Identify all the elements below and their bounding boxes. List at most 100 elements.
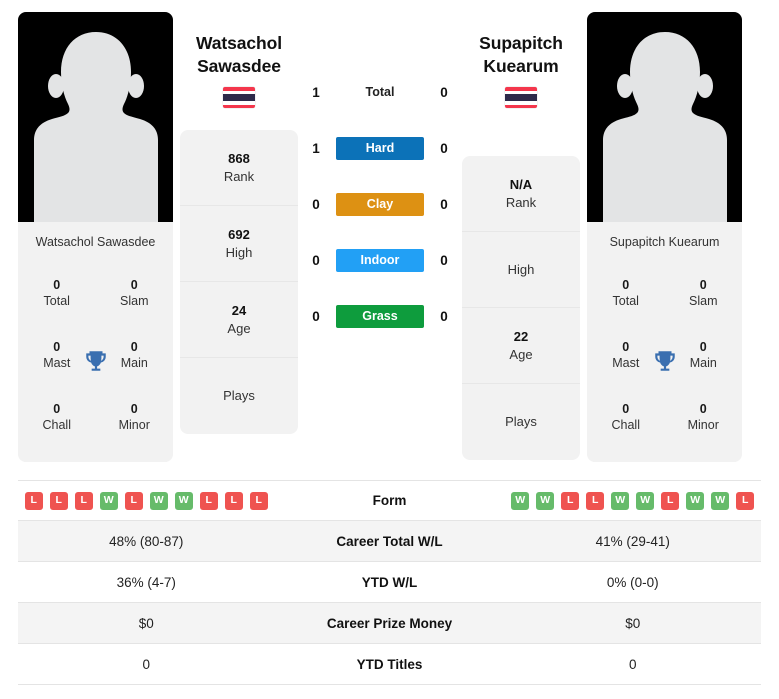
trophy-icon	[654, 350, 675, 371]
title-chall-value: 0	[622, 402, 630, 417]
h2h-row-total: 1 Total 0	[305, 64, 455, 120]
form-row-label: Form	[372, 493, 407, 508]
player-comparison-page: Watsachol Sawasdee 0 Total 0 Slam 0 Mast…	[0, 0, 779, 699]
left-plays-label: Plays	[223, 388, 255, 404]
right-player-card[interactable]: Supapitch Kuearum 0 Total 0 Slam 0 Mast	[587, 12, 742, 462]
title-chall: 0 Chall	[587, 402, 665, 433]
right-rank-value: N/A	[509, 177, 533, 193]
right-rank-label: Rank	[505, 194, 537, 210]
right-info-high: High	[462, 232, 580, 309]
right-player-name-column: Supapitch Kuearum N/A Rank High 22 Age P…	[461, 12, 581, 461]
player-silhouette-icon	[33, 32, 158, 222]
h2h-indoor-left: 0	[312, 252, 320, 268]
left-form-cell: LLLWLWWLLL	[18, 491, 275, 510]
title-chall-label: Chall	[42, 418, 72, 432]
left-player-first-name: Watsachol	[196, 33, 282, 53]
form-badge-win: W	[511, 491, 530, 510]
form-badge-win: W	[149, 491, 168, 510]
title-total: 0 Total	[18, 278, 96, 309]
right-info-age: 22 Age	[462, 308, 580, 385]
thailand-flag-icon	[223, 87, 255, 109]
form-badge-loss: L	[124, 491, 143, 510]
h2h-row-hard: 1 Hard 0	[305, 120, 455, 176]
form-badge-win: W	[99, 491, 118, 510]
left-age-label: Age	[227, 320, 251, 336]
title-slam-value: 0	[130, 278, 138, 293]
title-slam: 0 Slam	[665, 278, 743, 309]
h2h-clay-label[interactable]: Clay	[336, 192, 424, 216]
head-to-head-panel: 1 Total 0 1 Hard 0 0 Clay 0 0 Indoor 0 0	[305, 12, 455, 344]
right-ytd-titles: 0	[628, 656, 637, 672]
right-player-info-box: N/A Rank High 22 Age Plays	[462, 156, 580, 461]
h2h-indoor-right: 0	[440, 252, 448, 268]
player-silhouette-icon	[602, 32, 727, 222]
left-player-last-name: Sawasdee	[197, 56, 281, 77]
comparison-stat-table: LLLWLWWLLL Form WWLLWWLWWL 48% (80-87) C…	[18, 480, 761, 685]
career-prize-money-label: Career Prize Money	[326, 615, 453, 631]
h2h-clay-right: 0	[440, 196, 448, 212]
left-career-total-wl: 48% (80-87)	[109, 533, 184, 549]
titles-row: 0 Mast 0 Main	[587, 325, 742, 387]
h2h-hard-right: 0	[440, 140, 448, 156]
left-ytd-titles: 0	[142, 656, 150, 672]
right-player-titles-grid: 0 Total 0 Slam 0 Mast 0 Main 0 Chall 0 M…	[587, 259, 742, 462]
left-info-rank: 868 Rank	[180, 130, 298, 207]
h2h-indoor-label[interactable]: Indoor	[336, 248, 424, 272]
title-minor-label: Minor	[687, 418, 719, 432]
right-player-first-name: Supapitch	[479, 33, 563, 53]
h2h-clay-left: 0	[312, 196, 320, 212]
left-info-plays: Plays	[180, 358, 298, 434]
form-badge-win: W	[636, 491, 655, 510]
title-total-value: 0	[622, 278, 630, 293]
left-player-card[interactable]: Watsachol Sawasdee 0 Total 0 Slam 0 Mast…	[18, 12, 173, 462]
table-row-ytd-titles: 0 YTD Titles 0	[18, 644, 761, 685]
h2h-grass-label[interactable]: Grass	[336, 304, 424, 328]
right-player-name[interactable]: Supapitch Kuearum	[479, 12, 563, 78]
left-career-prize-money: $0	[138, 615, 154, 631]
title-total-label: Total	[43, 294, 70, 308]
form-badge-win: W	[174, 491, 193, 510]
form-badge-loss: L	[736, 491, 755, 510]
h2h-total-label: Total	[365, 85, 395, 99]
left-form-badges: LLLWLWWLLL	[18, 491, 275, 510]
left-player-name[interactable]: Watsachol Sawasdee	[196, 12, 282, 78]
trophy-icon	[85, 350, 106, 371]
table-row-form: LLLWLWWLLL Form WWLLWWLWWL	[18, 481, 761, 521]
title-chall-label: Chall	[611, 418, 641, 432]
h2h-hard-left: 1	[312, 140, 320, 156]
form-badge-loss: L	[249, 491, 268, 510]
titles-row: 0 Mast 0 Main	[18, 325, 173, 387]
title-slam: 0 Slam	[96, 278, 174, 309]
h2h-total-left: 1	[312, 84, 320, 100]
h2h-grass-right: 0	[440, 308, 448, 324]
titles-row: 0 Chall 0 Minor	[587, 387, 742, 449]
right-age-label: Age	[509, 346, 533, 362]
right-plays-label: Plays	[505, 414, 537, 430]
left-player-name-column: Watsachol Sawasdee 868 Rank 692 High 24 …	[179, 12, 299, 435]
left-rank-label: Rank	[223, 168, 255, 184]
left-player-titles-grid: 0 Total 0 Slam 0 Mast 0 Main 0 Chall 0 M…	[18, 259, 173, 462]
form-badge-loss: L	[586, 491, 605, 510]
title-total-value: 0	[53, 278, 61, 293]
h2h-row-clay: 0 Clay 0	[305, 176, 455, 232]
h2h-hard-label[interactable]: Hard	[336, 136, 424, 160]
form-badge-loss: L	[49, 491, 68, 510]
ytd-wl-label: YTD W/L	[361, 574, 418, 590]
right-high-label: High	[507, 261, 535, 277]
title-chall: 0 Chall	[18, 402, 96, 433]
right-ytd-wl: 0% (0-0)	[606, 574, 659, 590]
right-player-photo-name: Supapitch Kuearum	[587, 222, 742, 259]
titles-row: 0 Chall 0 Minor	[18, 387, 173, 449]
career-total-wl-label: Career Total W/L	[336, 533, 443, 549]
h2h-row-indoor: 0 Indoor 0	[305, 232, 455, 288]
thailand-flag-icon	[505, 87, 537, 109]
title-chall-value: 0	[53, 402, 61, 417]
right-career-total-wl: 41% (29-41)	[595, 533, 670, 549]
right-form-cell: WWLLWWLWWL	[505, 491, 762, 510]
titles-row: 0 Total 0 Slam	[587, 263, 742, 325]
table-row-ytd-wl: 36% (4-7) YTD W/L 0% (0-0)	[18, 562, 761, 603]
title-slam-value: 0	[699, 278, 707, 293]
form-badge-loss: L	[224, 491, 243, 510]
titles-row: 0 Total 0 Slam	[18, 263, 173, 325]
right-player-last-name: Kuearum	[483, 56, 559, 77]
